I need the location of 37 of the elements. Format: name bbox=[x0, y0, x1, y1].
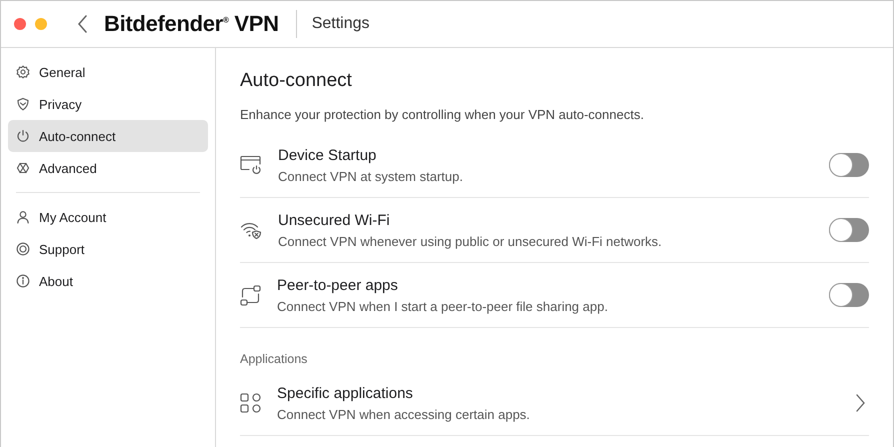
setting-title: Specific applications bbox=[277, 384, 414, 402]
apps-grid-icon bbox=[240, 393, 261, 413]
sidebar-item[interactable]: General bbox=[8, 56, 208, 88]
setting-title: Unsecured Wi-Fi bbox=[278, 212, 391, 228]
window-title: Settings bbox=[312, 15, 370, 33]
section-label: Applications bbox=[240, 352, 308, 366]
chevron-icon[interactable] bbox=[855, 394, 865, 412]
setting-description: Connect VPN when accessing certain apps. bbox=[277, 406, 531, 422]
person-icon bbox=[16, 210, 30, 224]
page-heading: Auto-connect bbox=[240, 70, 353, 92]
close-button[interactable] bbox=[14, 18, 26, 30]
setting-title: Device Startup bbox=[278, 146, 378, 164]
toggle-switch[interactable] bbox=[829, 283, 869, 307]
minimize-button[interactable] bbox=[35, 18, 47, 30]
setting-title: Peer-to-peer apps bbox=[277, 276, 399, 294]
page-description: Enhance your protection by controlling when your VPN auto-connects. bbox=[240, 107, 645, 122]
setting-description: Connect VPN whenever using public or unsecured Wi-Fi networks. bbox=[278, 234, 663, 248]
sidebar-item[interactable]: Support bbox=[8, 233, 208, 265]
window-power-icon bbox=[240, 155, 262, 175]
sidebar-item[interactable]: Advanced bbox=[8, 152, 208, 184]
setting-description: Connect VPN at system startup. bbox=[278, 168, 464, 184]
gear-icon bbox=[16, 65, 30, 79]
sidebar-item[interactable]: My Account bbox=[8, 201, 208, 233]
app-logo: Bitdefender$^{®}$ VPN bbox=[104, 11, 279, 37]
toggle-switch[interactable] bbox=[829, 218, 869, 242]
toggle-switch[interactable] bbox=[829, 153, 869, 177]
back-icon[interactable] bbox=[78, 15, 88, 33]
wifi-shield-icon bbox=[240, 220, 262, 240]
sidebar-item[interactable]: Auto-connect bbox=[8, 120, 208, 152]
info-icon bbox=[16, 274, 30, 288]
power-icon bbox=[16, 129, 30, 143]
setting-description: Connect VPN when I start a peer-to-peer file sharing app. bbox=[277, 298, 609, 314]
sidebar-item[interactable]: Privacy bbox=[8, 88, 208, 120]
sidebar-item[interactable]: About bbox=[8, 265, 208, 297]
shield-icon bbox=[16, 97, 30, 111]
lifebuoy-icon bbox=[16, 242, 30, 256]
connection-icon bbox=[240, 284, 261, 306]
